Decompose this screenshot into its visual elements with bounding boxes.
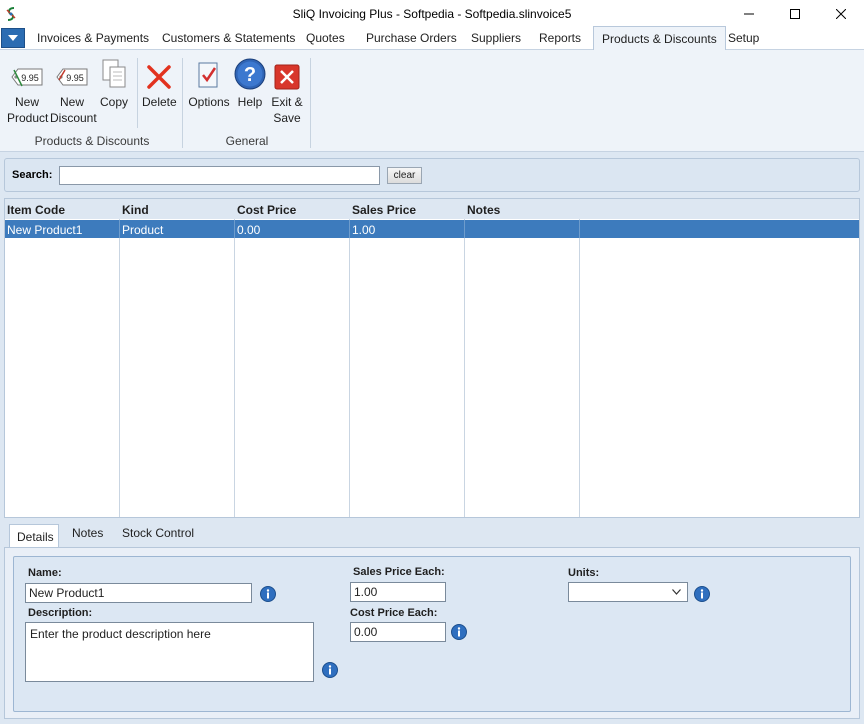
details-form: Name: Description: Enter the product des… (13, 556, 851, 712)
name-label: Name: (28, 567, 62, 579)
cell-item-code: New Product1 (7, 223, 83, 237)
ribbon-divider (137, 58, 138, 128)
tab-stock-control[interactable]: Stock Control (122, 526, 194, 540)
row-divider (119, 220, 120, 238)
units-label: Units: (568, 567, 600, 579)
cell-cost-price: 0.00 (237, 223, 261, 237)
info-icon[interactable] (260, 586, 276, 602)
app-menu-button[interactable] (1, 28, 25, 48)
cost-price-label: Cost Price Each: (350, 607, 438, 619)
grid-header: Item Code Kind Cost Price Sales Price No… (5, 199, 859, 219)
ribbon-panel: 9.95 New Product 9.95 New Discount Copy … (0, 50, 864, 152)
svg-text:?: ? (244, 64, 256, 86)
column-divider (464, 219, 465, 517)
help-button[interactable]: ? Help (233, 56, 267, 110)
ribbon-group-separator (182, 58, 183, 148)
cost-price-field[interactable] (350, 622, 446, 642)
description-field[interactable]: Enter the product description here (25, 622, 314, 682)
column-divider (579, 219, 580, 517)
maximize-icon (790, 9, 800, 19)
tab-products-discounts[interactable]: Products & Discounts (593, 26, 726, 50)
column-header-sales-price[interactable]: Sales Price (352, 203, 416, 217)
new-product-label: New Product (7, 95, 49, 125)
new-discount-button[interactable]: 9.95 New Discount (50, 56, 97, 126)
info-icon[interactable] (322, 662, 338, 678)
options-checklist-icon (198, 62, 218, 88)
ribbon-group-separator (310, 58, 311, 148)
discount-tag-text: 9.95 (66, 73, 84, 83)
row-divider (464, 220, 465, 238)
column-header-item-code[interactable]: Item Code (7, 203, 65, 217)
products-grid[interactable]: Item Code Kind Cost Price Sales Price No… (4, 198, 860, 518)
chevron-down-icon (672, 589, 681, 595)
column-divider (234, 219, 235, 517)
close-button[interactable] (818, 0, 864, 28)
sales-price-label: Sales Price Each: (353, 566, 445, 578)
units-select[interactable] (568, 582, 688, 602)
column-divider (119, 219, 120, 517)
options-label: Options (188, 95, 230, 109)
search-input[interactable] (59, 166, 380, 185)
tab-purchase-orders[interactable]: Purchase Orders (366, 31, 457, 45)
tab-customers-statements[interactable]: Customers & Statements (162, 31, 295, 45)
options-button[interactable]: Options (188, 56, 230, 110)
row-divider (349, 220, 350, 238)
minimize-icon (744, 13, 754, 15)
description-label: Description: (28, 607, 93, 619)
group-label-general: General (225, 134, 269, 148)
discount-tag-icon: 9.95 (56, 68, 88, 86)
help-icon: ? (234, 58, 266, 90)
delete-icon (147, 65, 171, 89)
group-label-products-discounts: Products & Discounts (34, 134, 150, 148)
clear-search-button[interactable]: clear (387, 167, 422, 184)
sales-price-field[interactable] (350, 582, 446, 602)
tab-setup[interactable]: Setup (728, 31, 759, 45)
column-divider (349, 219, 350, 517)
info-icon[interactable] (451, 624, 467, 640)
new-product-button[interactable]: 9.95 New Product (7, 56, 49, 126)
tab-suppliers[interactable]: Suppliers (471, 31, 521, 45)
exit-icon (274, 64, 300, 90)
exit-save-button[interactable]: Exit & Save (270, 56, 304, 126)
delete-button[interactable]: Delete (142, 56, 177, 110)
new-discount-label: New Discount (50, 95, 97, 125)
copy-icon (102, 59, 126, 88)
tab-reports[interactable]: Reports (539, 31, 581, 45)
chevron-down-icon (8, 35, 18, 41)
ribbon-tab-bar: Invoices & Payments Customers & Statemen… (0, 26, 864, 50)
exit-save-label: Exit & Save (271, 95, 303, 125)
tab-notes[interactable]: Notes (72, 526, 103, 540)
tab-quotes[interactable]: Quotes (306, 31, 345, 45)
info-icon[interactable] (694, 586, 710, 602)
close-icon (836, 9, 846, 19)
copy-button[interactable]: Copy (99, 56, 129, 110)
help-label: Help (237, 95, 263, 109)
main-content: Search: clear Item Code Kind Cost Price … (0, 152, 864, 724)
tab-invoices-payments[interactable]: Invoices & Payments (37, 31, 149, 45)
search-panel: Search: clear (4, 158, 860, 192)
column-header-kind[interactable]: Kind (122, 203, 149, 217)
delete-label: Delete (142, 95, 177, 109)
search-label: Search: (12, 169, 53, 181)
title-bar: SliQ Invoicing Plus - Softpedia - Softpe… (0, 0, 864, 28)
details-panel: Name: Description: Enter the product des… (4, 547, 860, 719)
price-tag-text: 9.95 (21, 73, 39, 83)
name-field[interactable] (25, 583, 252, 603)
row-divider (234, 220, 235, 238)
minimize-button[interactable] (726, 0, 772, 28)
price-tag-icon: 9.95 (11, 68, 43, 87)
column-header-cost-price[interactable]: Cost Price (237, 203, 296, 217)
cell-sales-price: 1.00 (352, 223, 376, 237)
tab-details[interactable]: Details (9, 524, 59, 548)
table-row[interactable]: New Product1 Product 0.00 1.00 (5, 220, 859, 238)
column-header-notes[interactable]: Notes (467, 203, 500, 217)
maximize-button[interactable] (772, 0, 818, 28)
cell-kind: Product (122, 223, 164, 237)
copy-label: Copy (99, 95, 128, 109)
row-divider (579, 220, 580, 238)
